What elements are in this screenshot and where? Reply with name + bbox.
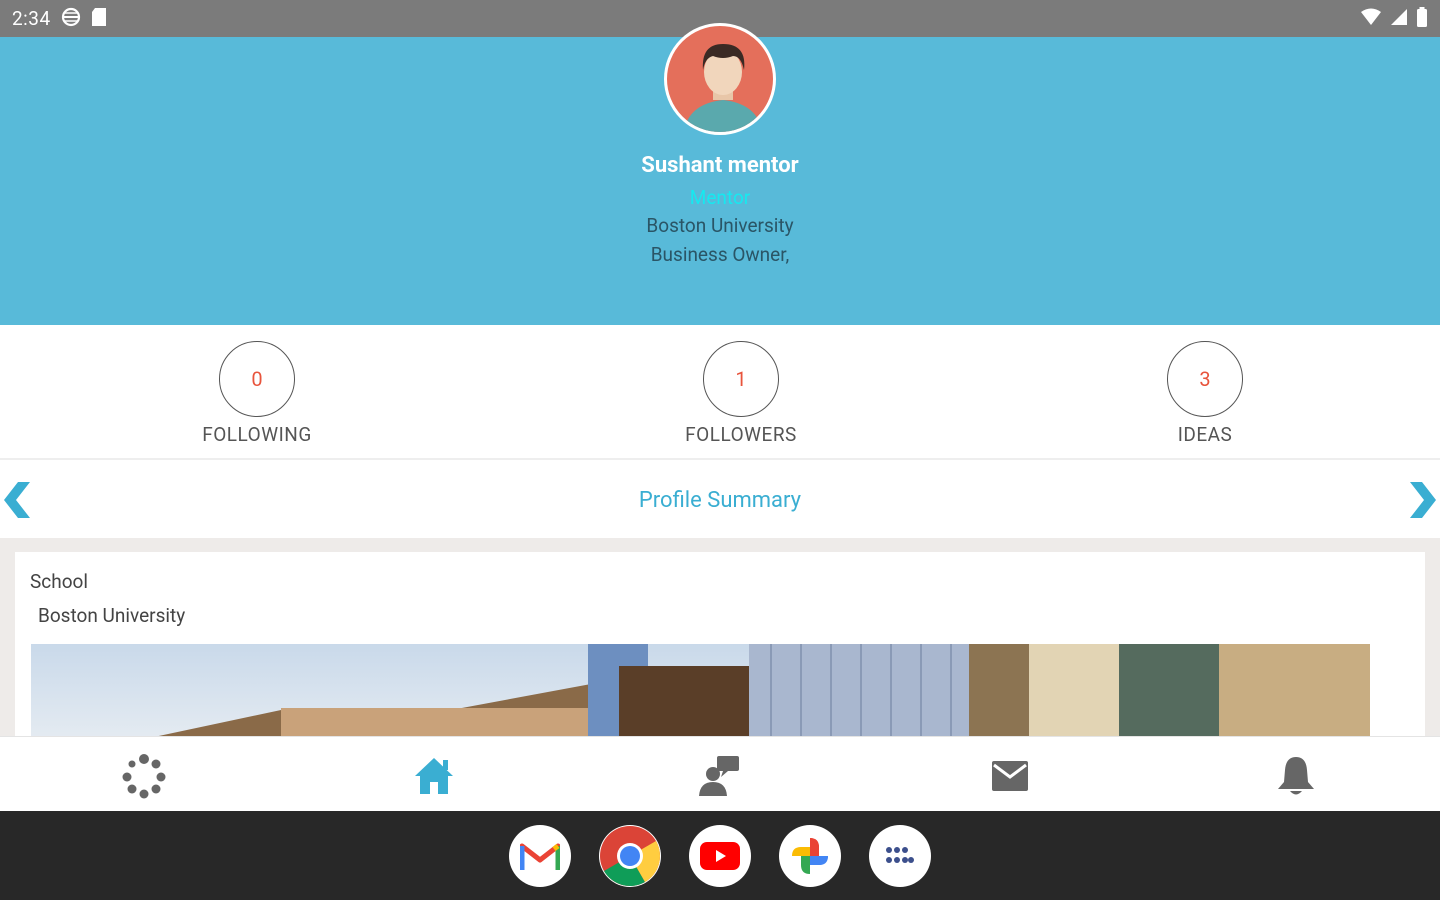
bell-icon xyxy=(1278,757,1314,795)
profile-role: Mentor xyxy=(689,186,751,209)
user-avatar-icon xyxy=(683,44,763,132)
users-chat-icon xyxy=(699,756,739,796)
stat-ideas-label: IDEAS xyxy=(1177,423,1233,446)
avatar[interactable] xyxy=(664,23,776,135)
nav-dots-button[interactable] xyxy=(120,753,168,799)
gmail-icon xyxy=(520,843,560,870)
stat-followers-value: 1 xyxy=(703,341,779,417)
app-drawer-icon xyxy=(886,847,914,863)
stat-ideas[interactable]: 3 IDEAS xyxy=(1105,341,1305,446)
stat-following-label: FOLLOWING xyxy=(202,423,312,446)
gmail-app[interactable] xyxy=(509,825,571,887)
nav-mail-button[interactable] xyxy=(986,753,1034,799)
nav-home-button[interactable] xyxy=(410,753,458,799)
photos-app[interactable] xyxy=(779,825,841,887)
chrome-app[interactable] xyxy=(599,825,661,887)
stat-ideas-value: 3 xyxy=(1167,341,1243,417)
youtube-icon xyxy=(700,842,740,870)
app-drawer-button[interactable] xyxy=(869,825,931,887)
profile-name: Sushant mentor xyxy=(641,153,799,178)
taskbar xyxy=(0,811,1440,900)
school-photo xyxy=(31,644,1370,744)
next-section-button[interactable] xyxy=(1404,478,1440,522)
vpn-globe-icon xyxy=(61,7,81,31)
status-time: 2:34 xyxy=(12,7,51,30)
home-icon xyxy=(415,758,453,794)
stat-followers-label: FOLLOWERS xyxy=(685,423,797,446)
cell-signal-icon xyxy=(1390,8,1408,30)
nav-people-button[interactable] xyxy=(696,753,744,799)
school-card: School Boston University xyxy=(15,552,1425,744)
sd-card-icon xyxy=(91,7,107,31)
stats-row: 0 FOLLOWING 1 FOLLOWERS 3 IDEAS xyxy=(0,325,1440,460)
profile-job: Business Owner, xyxy=(650,243,790,266)
card-value: Boston University xyxy=(38,604,186,627)
bottom-nav xyxy=(0,736,1440,811)
wifi-icon xyxy=(1360,8,1382,30)
stat-following[interactable]: 0 FOLLOWING xyxy=(157,341,357,446)
nav-notifications-button[interactable] xyxy=(1272,753,1320,799)
dots-icon xyxy=(122,754,166,799)
section-title: Profile Summary xyxy=(638,488,802,513)
card-label: School xyxy=(30,570,88,593)
stat-followers[interactable]: 1 FOLLOWERS xyxy=(641,341,841,446)
mail-icon xyxy=(992,761,1028,791)
profile-header: Sushant mentor Mentor Boston University … xyxy=(0,23,1440,325)
profile-school: Boston University xyxy=(646,214,794,237)
chrome-icon xyxy=(600,826,660,887)
battery-icon xyxy=(1416,6,1428,31)
chevron-right-icon xyxy=(1410,482,1436,518)
section-nav: Profile Summary xyxy=(0,462,1440,538)
photos-icon xyxy=(792,838,828,874)
stat-following-value: 0 xyxy=(219,341,295,417)
youtube-app[interactable] xyxy=(689,825,751,887)
content-area[interactable]: School Boston University xyxy=(0,538,1440,744)
